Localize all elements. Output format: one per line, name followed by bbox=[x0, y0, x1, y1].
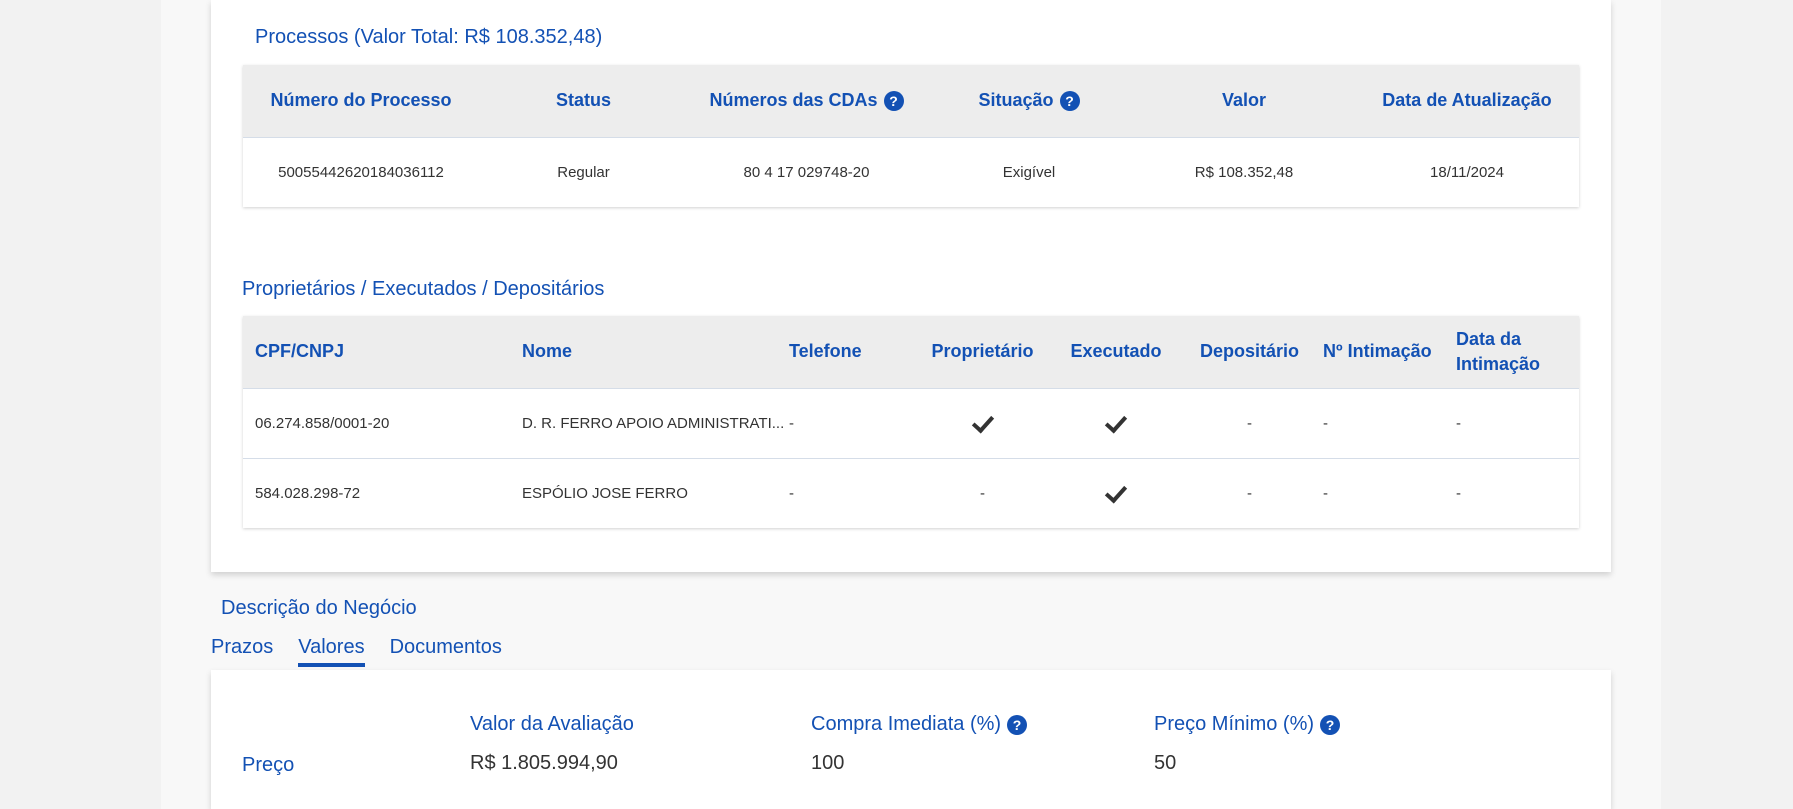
cell-telefone: - bbox=[789, 485, 794, 502]
header-cpf-cnpj: CPF/CNPJ bbox=[255, 341, 345, 362]
header-data-intimacao: Data da Intimação bbox=[1456, 328, 1541, 374]
descricao-tabs: Prazos Valores Documentos bbox=[211, 636, 527, 667]
cell-executado bbox=[1056, 410, 1176, 434]
cell-situacao: Exigível bbox=[1002, 164, 1056, 181]
header-numero-processo: Número do Processo bbox=[270, 90, 452, 111]
header-cdas: Números das CDAs? bbox=[688, 88, 925, 113]
cell-numero-processo: 50055442620184036112 bbox=[278, 164, 444, 181]
tab-prazos[interactable]: Prazos bbox=[211, 636, 273, 667]
header-nome: Nome bbox=[522, 341, 573, 362]
header-num-intimacao: Nº Intimação bbox=[1323, 341, 1432, 362]
check-icon bbox=[971, 410, 994, 434]
proprietarios-table-header: CPF/CNPJ Nome Telefone Proprietário Exec… bbox=[243, 316, 1579, 388]
cell-status: Regular bbox=[557, 164, 610, 181]
cell-num-intimacao: - bbox=[1323, 485, 1328, 502]
check-icon bbox=[1104, 480, 1128, 504]
proprietarios-table: CPF/CNPJ Nome Telefone Proprietário Exec… bbox=[243, 316, 1579, 528]
proprietarios-title: Proprietários / Executados / Depositário… bbox=[242, 278, 605, 300]
header-proprietario: Proprietário bbox=[931, 341, 1034, 362]
check-icon bbox=[1104, 410, 1128, 434]
cell-telefone: - bbox=[789, 415, 794, 432]
cell-cpf-cnpj: 584.028.298-72 bbox=[255, 485, 361, 502]
processos-table: Número do Processo Status Números das CD… bbox=[243, 65, 1579, 207]
help-circle-icon[interactable]: ? bbox=[1320, 714, 1341, 735]
preco-minimo-label: Preço Mínimo (%)? bbox=[1154, 713, 1341, 736]
descricao-title: Descrição do Negócio bbox=[221, 597, 417, 619]
cell-cdas: 80 4 17 029748-20 bbox=[743, 164, 870, 181]
cell-valor: R$ 108.352,48 bbox=[1194, 164, 1294, 181]
cell-data-atualizacao: 18/11/2024 bbox=[1430, 164, 1504, 181]
cell-cpf-cnpj: 06.274.858/0001-20 bbox=[255, 415, 390, 432]
help-circle-icon[interactable]: ? bbox=[1007, 714, 1028, 735]
valores-card bbox=[211, 670, 1611, 809]
cell-proprietario: - bbox=[980, 485, 985, 502]
preco-row-label: Preço bbox=[242, 754, 295, 776]
header-situacao-label: Situação bbox=[978, 90, 1054, 111]
header-telefone: Telefone bbox=[789, 341, 862, 362]
compra-imediata-label-text: Compra Imediata (%) bbox=[811, 713, 1002, 735]
tab-valores[interactable]: Valores bbox=[298, 636, 365, 667]
header-status: Status bbox=[555, 90, 611, 111]
processos-table-header: Número do Processo Status Números das CD… bbox=[243, 65, 1579, 137]
header-depositario: Depositário bbox=[1199, 341, 1300, 362]
cell-data-intimacao: - bbox=[1456, 485, 1461, 502]
cell-depositario: - bbox=[1247, 485, 1252, 502]
preco-minimo-label-text: Preço Mínimo (%) bbox=[1154, 713, 1315, 735]
header-cdas-label: Números das CDAs bbox=[709, 90, 878, 111]
header-executado: Executado bbox=[1070, 341, 1162, 362]
avaliacao-value: R$ 1.805.994,90 bbox=[470, 752, 618, 774]
table-row: 584.028.298-72 ESPÓLIO JOSE FERRO - - - … bbox=[243, 458, 1579, 528]
processos-title: Processos (Valor Total: R$ 108.352,48) bbox=[255, 26, 603, 48]
compra-imediata-value: 100 bbox=[811, 752, 845, 774]
table-row: 06.274.858/0001-20 D. R. FERRO APOIO ADM… bbox=[243, 388, 1579, 458]
help-circle-icon[interactable]: ? bbox=[883, 91, 904, 111]
compra-imediata-label: Compra Imediata (%)? bbox=[811, 713, 1028, 736]
cell-proprietario bbox=[909, 410, 1056, 434]
cell-depositario: - bbox=[1247, 415, 1252, 432]
cell-nome: D. R. FERRO APOIO ADMINISTRATI... bbox=[522, 415, 785, 432]
preco-minimo-value: 50 bbox=[1154, 752, 1177, 774]
cell-executado bbox=[1056, 480, 1176, 504]
table-row: 50055442620184036112 Regular 80 4 17 029… bbox=[243, 137, 1579, 207]
header-valor: Valor bbox=[1221, 90, 1267, 111]
header-situacao: Situação? bbox=[925, 88, 1133, 113]
tab-documentos[interactable]: Documentos bbox=[390, 636, 502, 667]
header-data-atualizacao: Data de Atualização bbox=[1382, 90, 1552, 111]
help-circle-icon[interactable]: ? bbox=[1059, 91, 1080, 111]
cell-nome: ESPÓLIO JOSE FERRO bbox=[522, 485, 688, 502]
cell-num-intimacao: - bbox=[1323, 415, 1328, 432]
cell-data-intimacao: - bbox=[1456, 415, 1461, 432]
avaliacao-label: Valor da Avaliação bbox=[470, 713, 634, 735]
